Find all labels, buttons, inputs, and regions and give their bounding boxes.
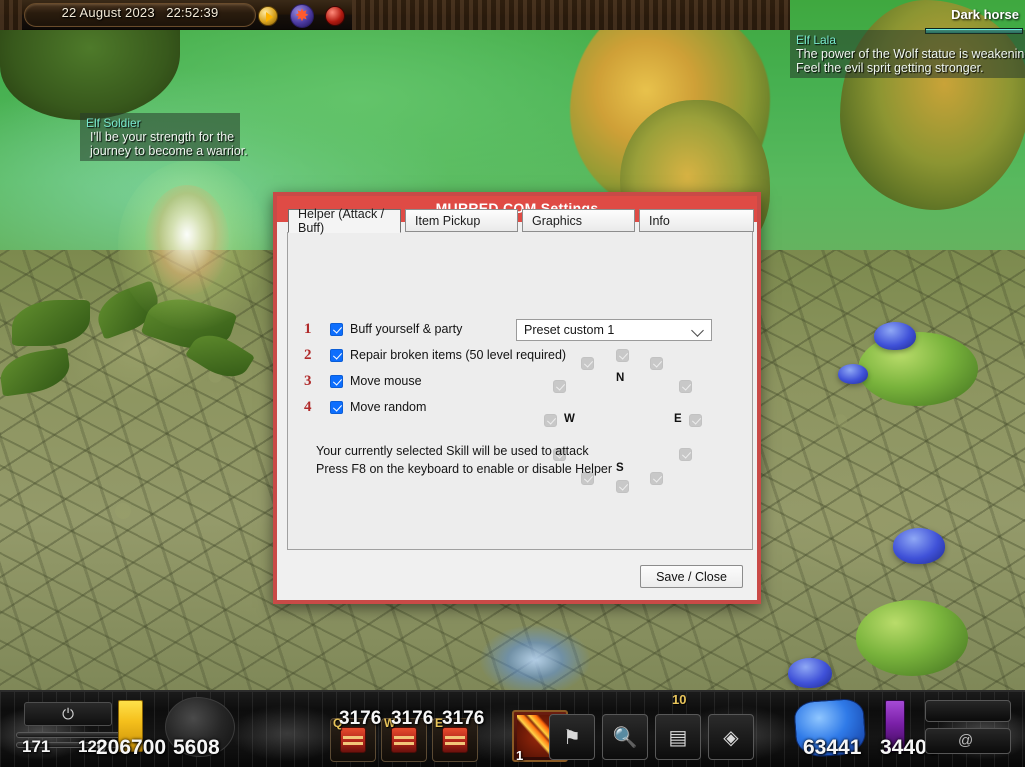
direction-checkbox-ese[interactable] [679, 448, 692, 461]
potion-icon [340, 727, 366, 753]
tab-label: Helper (Attack / Buff) [298, 207, 385, 235]
red-orb-icon[interactable] [325, 6, 345, 26]
silver-amount: 5608 [173, 736, 220, 759]
option-label: Move random [350, 400, 427, 414]
gear-orb-icon[interactable] [290, 4, 314, 28]
compass-label-west: W [564, 413, 575, 425]
tab-info[interactable]: Info [639, 209, 754, 232]
direction-checkbox-n[interactable] [616, 349, 629, 362]
player-character-effect [145, 185, 229, 295]
preset-dropdown[interactable]: Preset custom 1 [516, 319, 712, 341]
top-hud-bar: 22 August 2023 22:52:39 [0, 0, 790, 30]
save-close-label: Save / Close [656, 569, 727, 584]
option-label: Buff yourself & party [350, 322, 463, 336]
bottom-hud-bar: ⏻ 171 120 206700 5608 10 Q 3176 W 3176 E… [0, 690, 1025, 767]
tab-label: Graphics [532, 213, 583, 228]
settings-dialog: MURRED.COM Settings Helper (Attack / Buf… [273, 192, 761, 604]
option-number: 2 [304, 346, 312, 363]
compass-label-east: E [674, 413, 682, 425]
dialog-body: Helper (Attack / Buff) Item Pickup Graph… [277, 207, 757, 600]
option-number: 1 [304, 320, 312, 337]
at-symbol-icon: @ [958, 732, 974, 749]
direction-checkbox-sse[interactable] [650, 472, 663, 485]
bag-button[interactable]: ◈ [708, 714, 754, 760]
gold-amount: 206700 [96, 736, 167, 759]
npc-dialog-right: Elf Lala The power of the Wolf statue is… [790, 30, 1025, 78]
npc-right-line-2: Feel the evil sprit getting stronger. [796, 61, 984, 75]
tab-strip: Helper (Attack / Buff) Item Pickup Graph… [288, 207, 754, 235]
tab-graphics[interactable]: Graphics [522, 209, 635, 232]
target-name-label: Dark horse [951, 7, 1019, 22]
npc-left-line-1: I'll be your strength for the [90, 130, 235, 144]
option-row-buff-yourself-party: 1 Buff yourself & party [304, 320, 462, 338]
chest-button[interactable]: ▤ [655, 714, 701, 760]
search-button[interactable]: 🔍 [602, 714, 648, 760]
save-close-button[interactable]: Save / Close [640, 565, 743, 588]
direction-checkbox-nne[interactable] [650, 357, 663, 370]
option-row-move-mouse: 3 Move mouse [304, 372, 422, 390]
mushroom-decor [893, 528, 945, 564]
potion-icon [391, 727, 417, 753]
tab-item-pickup[interactable]: Item Pickup [405, 209, 518, 232]
tab-label: Item Pickup [415, 213, 481, 228]
mushroom-decor [788, 658, 832, 688]
npc-left-line-2: journey to become a warrior. [90, 144, 248, 158]
checkbox-buff-yourself-party[interactable] [330, 322, 343, 336]
direction-checkbox-s[interactable] [616, 480, 629, 493]
compass-label-south: S [616, 462, 624, 474]
mushroom-decor [838, 364, 868, 384]
direction-checkbox-ene[interactable] [679, 380, 692, 393]
option-row-move-random: 4 Move random [304, 398, 426, 416]
tab-helper-attack-buff[interactable]: Helper (Attack / Buff) [288, 207, 401, 235]
skill-slot-number: 1 [516, 748, 524, 763]
checkbox-move-random[interactable] [330, 400, 343, 414]
game-clock: 22 August 2023 22:52:39 [61, 5, 219, 20]
option-number: 4 [304, 398, 312, 415]
npc-dialog-left: Elf Soldier I'll be your strength for th… [80, 113, 248, 161]
direction-checkbox-wnw[interactable] [553, 380, 566, 393]
flag-button[interactable]: ⚑ [549, 714, 595, 760]
potion-count-w: 3176 [391, 708, 434, 729]
option-row-repair-broken-items: 2 Repair broken items (50 level required… [304, 346, 566, 364]
preset-selected-value: Preset custom 1 [524, 323, 615, 337]
play-orb-icon[interactable] [258, 6, 278, 26]
npc-right-line-1: The power of the Wolf statue is weakenin… [796, 47, 1025, 61]
hint-line-1: Your currently selected Skill will be us… [316, 444, 589, 458]
potion-count-q: 3176 [339, 708, 382, 729]
option-number: 3 [304, 372, 312, 389]
stat-value-left: 171 [22, 737, 51, 756]
coin-badge: 10 [672, 692, 687, 707]
right-panel-top[interactable] [925, 700, 1011, 722]
mushroom-decor [874, 322, 916, 350]
potion-icon [442, 727, 468, 753]
ground-light-effect [480, 625, 590, 695]
exp-amount: 63441 [803, 736, 862, 759]
potion-count-e: 3176 [442, 708, 485, 729]
npc-left-name: Elf Soldier [86, 116, 141, 130]
hint-line-2: Press F8 on the keyboard to enable or di… [316, 462, 613, 476]
chevron-down-icon [691, 324, 704, 337]
helper-hint-block: Your currently selected Skill will be us… [316, 444, 612, 480]
npc-right-name: Elf Lala [796, 33, 837, 47]
option-label: Move mouse [350, 374, 422, 388]
screen-root: 22 August 2023 22:52:39 Elf Soldier I'll… [0, 0, 1025, 767]
checkbox-move-mouse[interactable] [330, 374, 343, 388]
bush-decor [856, 600, 968, 676]
compass-label-north: N [616, 372, 625, 384]
tab-panel: Helper (Attack / Buff) Item Pickup Graph… [287, 207, 754, 550]
power-icon[interactable]: ⏻ [24, 702, 112, 726]
checkbox-repair-broken-items[interactable] [330, 348, 343, 362]
tab-label: Info [649, 213, 670, 228]
direction-checkbox-w[interactable] [544, 414, 557, 427]
direction-checkbox-e[interactable] [689, 414, 702, 427]
direction-checkbox-nnw[interactable] [581, 357, 594, 370]
